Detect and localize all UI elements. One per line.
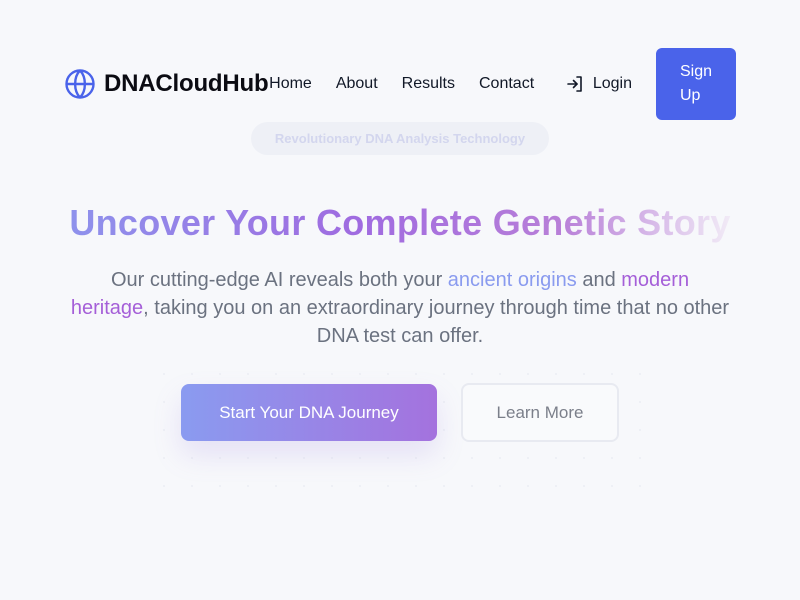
login-icon	[565, 74, 585, 94]
nav-about[interactable]: About	[336, 75, 378, 93]
tagline-pill: Revolutionary DNA Analysis Technology	[251, 122, 549, 155]
globe-icon	[64, 68, 96, 100]
nav-contact[interactable]: Contact	[479, 75, 534, 93]
start-dna-journey-button[interactable]: Start Your DNA Journey	[181, 384, 437, 441]
landing-page: DNACloudHub Home About Results Contact L…	[0, 0, 800, 600]
learn-more-button[interactable]: Learn More	[461, 383, 619, 442]
hero-subtitle-text-1: Our cutting-edge AI reveals both your	[110, 269, 448, 291]
hero-subtitle-text-2: and	[576, 269, 622, 291]
signup-button[interactable]: Sign Up	[656, 48, 736, 120]
nav-results[interactable]: Results	[402, 75, 455, 93]
brand[interactable]: DNACloudHub	[64, 68, 269, 100]
nav-home[interactable]: Home	[269, 75, 312, 93]
main-nav: Home About Results Contact	[269, 75, 534, 93]
login-label: Login	[592, 75, 632, 92]
brand-name: DNACloudHub	[104, 70, 269, 97]
hero-subtitle-text-3: , taking you on an extraordinary journey…	[143, 297, 730, 347]
hero-subtitle: Our cutting-edge AI reveals both your an…	[70, 266, 730, 350]
site-header: DNACloudHub Home About Results Contact L…	[64, 48, 736, 120]
login-link[interactable]: Login	[565, 74, 632, 94]
auth-area: Login Sign Up	[565, 48, 736, 120]
hero-title: Uncover Your Complete Genetic Story	[0, 198, 800, 248]
highlight-ancient-origins: ancient origins	[447, 269, 577, 291]
